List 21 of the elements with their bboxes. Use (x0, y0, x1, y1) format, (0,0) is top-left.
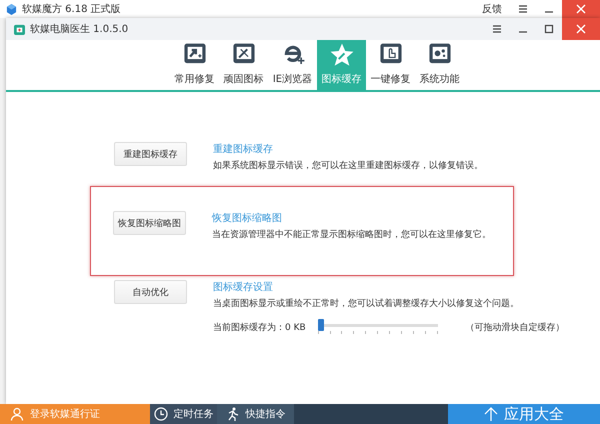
action-button[interactable]: 重建图标缓存 (114, 142, 187, 166)
section-title: 重建图标缓存 (213, 142, 274, 156)
tab[interactable]: IE浏览器 (268, 40, 317, 90)
description: 当在资源管理器中不能正常显示图标缩略图时，您可以在这里修复它。 (212, 228, 491, 241)
slider-hint: （可拖动滑块自定缓存） (466, 322, 565, 334)
tab[interactable]: 系统功能 (415, 40, 464, 90)
schedule-button[interactable]: 定时任务 (150, 404, 217, 424)
section-title: 恢复图标缩略图 (212, 212, 283, 225)
description: 当桌面图标显示或重绘不正常时，您可以试着调整缓存大小以修复这个问题。 (213, 298, 520, 310)
feedback-link[interactable]: 反馈 (482, 2, 502, 16)
app-title: 软媒魔方 6.18 正式版 (22, 2, 121, 16)
section-title: 图标缓存设置 (213, 280, 274, 294)
shortcut-button[interactable]: 快捷指令 (217, 404, 294, 424)
tab[interactable]: 常用修复 (170, 40, 219, 90)
tab[interactable]: 一键修复 (366, 40, 415, 90)
window-title: 软媒电脑医生 1.0.5.0 (30, 22, 128, 36)
tab[interactable]: 顽固图标 (219, 40, 268, 90)
action-button[interactable]: 自动优化 (114, 280, 187, 304)
cache-size-label: 当前图标缓存为：0 KB (213, 322, 306, 334)
action-button[interactable]: 恢复图标缩略图 (113, 211, 186, 235)
description: 如果系统图标显示错误，您可以在这里重建图标缓存，以修复错误。 (213, 160, 483, 172)
